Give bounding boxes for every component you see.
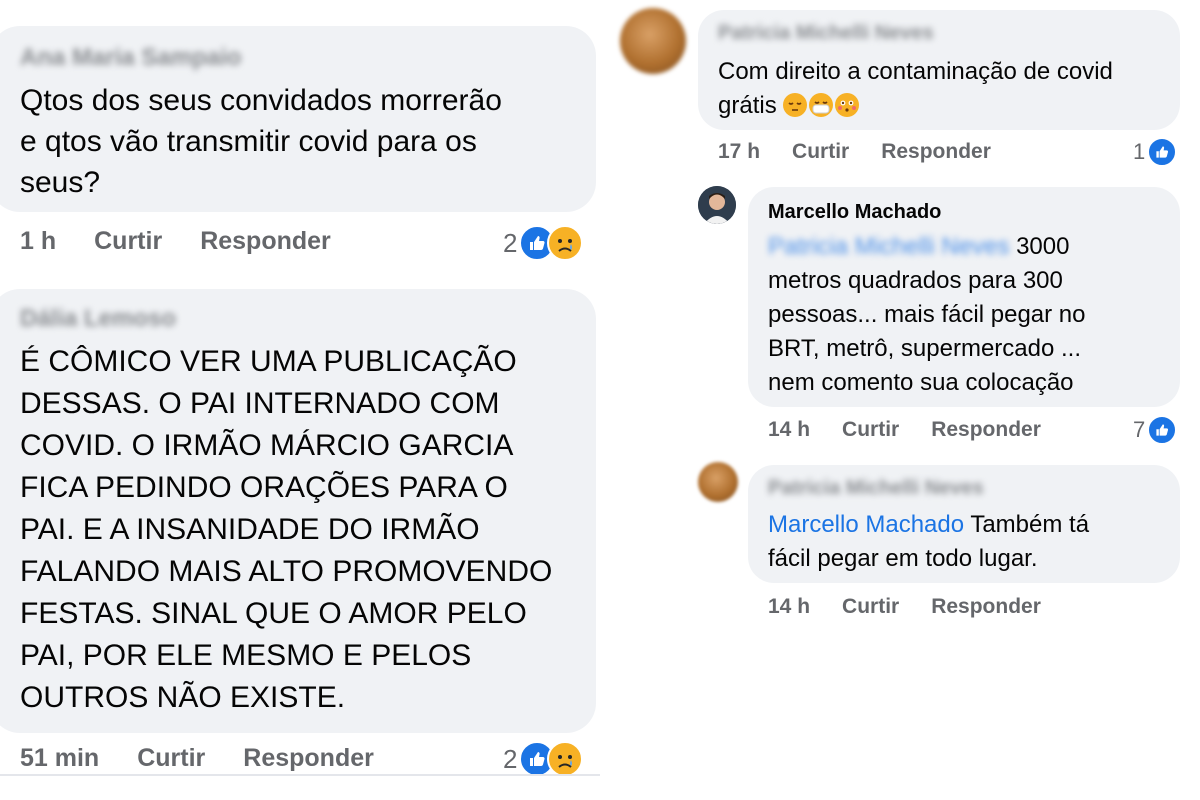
comment-text: Qtos dos seus convidados morrerão e qtos…: [20, 84, 502, 199]
comment-time[interactable]: 51 min: [20, 744, 99, 773]
comment-author[interactable]: Ana Maria Sampaio: [20, 44, 596, 72]
like-icon: [1147, 137, 1178, 167]
reaction-summary[interactable]: 2: [503, 225, 584, 261]
comment-text: Com direito a contaminação de covid grát…: [718, 58, 1113, 119]
comment-author[interactable]: Dália Lemoso: [20, 305, 596, 333]
comment-actions: 14 h Curtir Responder: [768, 595, 1041, 619]
mention-link[interactable]: Marcello Machado: [768, 511, 964, 538]
avatar[interactable]: [620, 8, 686, 74]
reply-bubble-patricia: Patricia Michelli Neves Marcello Machado…: [748, 465, 1180, 583]
like-button[interactable]: Curtir: [792, 140, 849, 164]
avatar[interactable]: [698, 462, 738, 502]
like-button[interactable]: Curtir: [842, 595, 899, 619]
reaction-count: 1: [1133, 139, 1146, 164]
comment-time[interactable]: 14 h: [768, 595, 810, 619]
comment-author[interactable]: Patricia Michelli Neves: [768, 477, 1180, 500]
comment-text: Marcello Machado Também tá fácil pegar e…: [768, 511, 1090, 572]
comment-text: Patricia Michelli Neves 3000 metros quad…: [768, 233, 1086, 396]
comment-actions: 17 h Curtir Responder: [718, 140, 991, 164]
comment-bubble-dalia: Dália Lemoso É CÔMICO VER UMA PUBLICAÇÃO…: [0, 289, 596, 733]
reaction-count: 2: [503, 743, 518, 774]
comment-author[interactable]: Patricia Michelli Neves: [718, 22, 1180, 45]
reaction-count: 2: [503, 227, 518, 258]
reply-button[interactable]: Responder: [881, 140, 991, 164]
flushed-face-icon: [835, 93, 860, 117]
bottom-divider: [0, 774, 600, 776]
comment-time[interactable]: 1 h: [20, 227, 56, 256]
mention-link[interactable]: Patricia Michelli Neves: [768, 233, 1009, 260]
like-icon: [1147, 415, 1178, 445]
comment-bubble-patricia: Patricia Michelli Neves Com direito a co…: [698, 10, 1180, 130]
reaction-summary[interactable]: 2: [503, 741, 584, 777]
comment-actions: 1 h Curtir Responder: [20, 227, 331, 256]
comment-time[interactable]: 14 h: [768, 418, 810, 442]
reaction-count: 7: [1133, 417, 1146, 442]
reply-bubble-marcello: Marcello Machado Patricia Michelli Neves…: [748, 187, 1180, 407]
reply-button[interactable]: Responder: [931, 595, 1041, 619]
comment-text: É CÔMICO VER UMA PUBLICAÇÃO DESSAS. O PA…: [20, 345, 553, 714]
reply-button[interactable]: Responder: [200, 227, 331, 256]
comment-actions: 14 h Curtir Responder: [768, 418, 1041, 442]
reaction-summary[interactable]: 1: [1133, 137, 1178, 167]
like-button[interactable]: Curtir: [842, 418, 899, 442]
reply-button[interactable]: Responder: [243, 744, 374, 773]
sad-icon: [547, 225, 584, 261]
reaction-summary[interactable]: 7: [1133, 415, 1178, 445]
mask-face-icon: [809, 93, 834, 117]
avatar[interactable]: [698, 186, 736, 224]
like-button[interactable]: Curtir: [137, 744, 205, 773]
like-button[interactable]: Curtir: [94, 227, 162, 256]
reply-button[interactable]: Responder: [931, 418, 1041, 442]
comment-author[interactable]: Marcello Machado: [768, 201, 1180, 224]
comment-bubble-ana: Ana Maria Sampaio Qtos dos seus convidad…: [0, 26, 596, 212]
comment-actions: 51 min Curtir Responder: [20, 744, 374, 773]
comment-time[interactable]: 17 h: [718, 140, 760, 164]
relieved-face-icon: [783, 93, 808, 117]
sad-icon: [547, 741, 584, 777]
